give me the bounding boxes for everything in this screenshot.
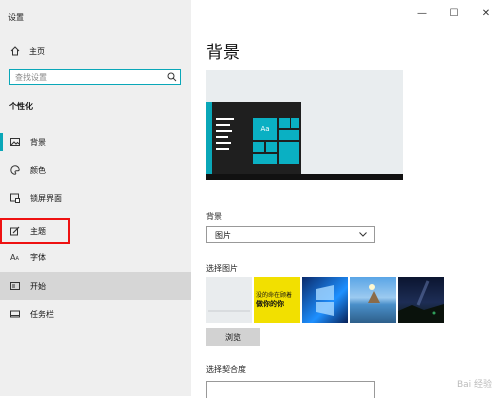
page-title: 背景 [206,43,240,63]
preview-accent-strip [206,102,212,176]
palette-icon [10,165,20,175]
sidebar-item-background[interactable]: 背景 [0,129,191,155]
background-label: 背景 [206,212,222,221]
section-title: 个性化 [9,102,33,111]
picture-icon [10,137,20,147]
fit-label: 选择契合度 [206,365,246,374]
preview-menu-line [216,124,230,126]
preview-tile [253,142,264,152]
search-input[interactable]: 查找设置 [9,69,181,85]
home-nav-item[interactable]: 主页 [10,45,45,57]
active-indicator [0,133,3,151]
sidebar-item-label: 任务栏 [30,309,54,319]
lock-screen-icon [10,193,20,203]
sidebar-item-fonts[interactable]: AA 字体 [0,244,191,270]
preview-tile [266,142,277,152]
search-icon[interactable] [167,72,177,84]
background-preview: Aa [206,70,403,180]
background-type-select[interactable]: 图片 [206,226,375,243]
chevron-down-icon [358,229,368,241]
search-placeholder: 查找设置 [15,73,47,82]
sidebar-item-lock-screen[interactable]: 锁屏界面 [0,185,191,211]
watermark: Bai 经验 [456,380,492,390]
thumbnail-1[interactable] [206,277,252,323]
sidebar-item-themes[interactable]: 主题 [0,218,70,244]
preview-menu-line [216,118,234,120]
choose-picture-label: 选择图片 [206,264,238,273]
sidebar-item-label: 锁屏界面 [30,193,62,203]
sidebar-item-label: 背景 [30,137,46,147]
thumbnail-3[interactable] [302,277,348,323]
preview-tile-aa: Aa [253,118,277,140]
theme-icon [10,226,20,236]
sidebar-item-label: 主题 [30,226,46,236]
home-label: 主页 [29,46,45,56]
background-type-value: 图片 [215,231,231,240]
browse-button[interactable]: 浏览 [206,328,260,346]
sidebar-item-start[interactable]: 开始 [0,272,191,300]
close-icon[interactable]: ✕ [480,8,492,19]
thumbnail-text: 做你的你 [256,300,284,308]
preview-tile [279,130,299,140]
svg-text:A: A [16,256,20,262]
preview-tile [279,118,290,128]
sidebar-item-label: 颜色 [30,165,46,175]
preview-tile [253,154,277,164]
font-icon: AA [10,252,20,262]
start-icon [10,281,20,291]
sidebar-item-colors[interactable]: 颜色 [0,157,191,183]
preview-tile [291,118,299,128]
fit-select[interactable] [206,381,375,398]
picture-thumbnails: 没的命在顾着 做你的你 [206,277,444,323]
thumbnail-4[interactable] [350,277,396,323]
app-title: 设置 [8,13,24,22]
thumbnail-2[interactable]: 没的命在顾着 做你的你 [254,277,300,323]
thumbnail-text: 没的命在顾着 [256,292,293,299]
home-icon [10,46,20,56]
preview-start-menu: Aa [206,102,301,176]
preview-menu-line [216,130,232,132]
minimize-icon[interactable]: — [416,8,428,19]
preview-menu-line [216,136,228,138]
sidebar-item-label: 字体 [30,252,46,262]
taskbar-icon [10,309,20,319]
preview-menu-line [216,142,231,144]
sidebar-item-taskbar[interactable]: 任务栏 [0,301,191,327]
sidebar-item-label: 开始 [30,281,46,291]
thumbnail-5[interactable] [398,277,444,323]
maximize-icon[interactable]: ☐ [448,8,460,19]
preview-taskbar [206,174,403,180]
sidebar: 设置 主页 查找设置 个性化 背景 颜色 锁屏界面 主题 A A 字体 开始 任… [0,0,191,396]
preview-menu-line [216,148,229,150]
preview-tile [279,142,299,164]
window-controls: — ☐ ✕ [416,8,492,19]
